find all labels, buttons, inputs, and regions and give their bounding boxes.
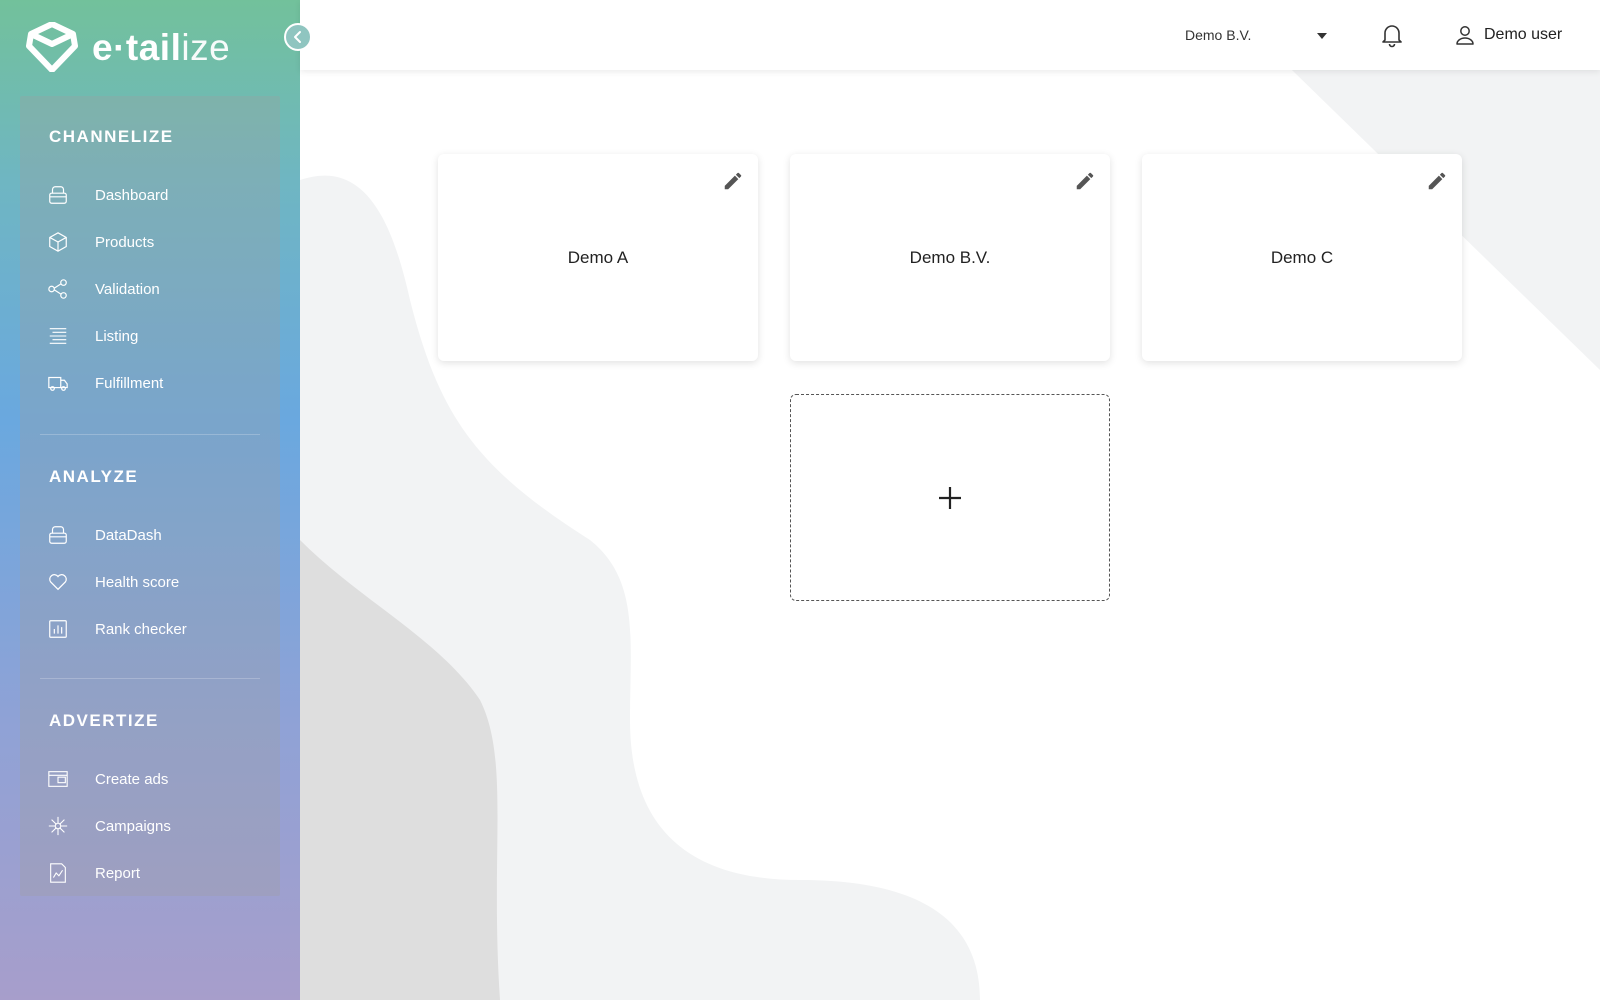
notifications-button[interactable]: [1379, 22, 1405, 48]
brand-logo[interactable]: e·tailize: [26, 22, 230, 72]
bell-icon: [1382, 25, 1402, 48]
main-content: Demo A Demo B.V. Demo C: [300, 0, 1600, 1000]
sidebar-nav: CHANNELIZE Dashboard Products Validation…: [20, 96, 280, 896]
sidebar-item-label: Validation: [95, 280, 160, 298]
sidebar-item-datadash[interactable]: DataDash: [20, 515, 280, 555]
sidebar-item-label: DataDash: [95, 526, 162, 544]
sidebar-item-label: Dashboard: [95, 186, 169, 204]
plus-icon: [939, 486, 961, 509]
sidebar-item-listing[interactable]: Listing: [20, 316, 280, 356]
nav-divider: [40, 678, 260, 679]
share-nodes-icon: [46, 277, 70, 301]
section-title-advertize: ADVERTIZE: [49, 711, 159, 730]
collapse-sidebar-button[interactable]: [284, 23, 312, 51]
sidebar-item-dashboard[interactable]: Dashboard: [20, 175, 280, 215]
sidebar-item-report[interactable]: Report: [20, 853, 280, 893]
pencil-icon: [724, 172, 742, 190]
company-select-value: Demo B.V.: [1185, 27, 1252, 43]
section-title-channelize: CHANNELIZE: [49, 127, 174, 146]
user-menu[interactable]: Demo user: [1454, 22, 1562, 48]
caret-down-icon: [1317, 33, 1327, 39]
sidebar-item-label: Campaigns: [95, 817, 171, 835]
nav-divider: [40, 434, 260, 435]
sidebar-item-fulfillment[interactable]: Fulfillment: [20, 363, 280, 403]
edit-company-button[interactable]: [722, 170, 744, 192]
sidebar-item-validation[interactable]: Validation: [20, 269, 280, 309]
sidebar-item-label: Report: [95, 864, 141, 882]
edit-company-button[interactable]: [1426, 170, 1448, 192]
box-icon: [46, 230, 70, 254]
etailize-logo-icon: [26, 22, 78, 72]
sidebar-item-label: Products: [95, 233, 155, 251]
sidebar-item-label: Rank checker: [95, 620, 187, 638]
network-icon: [46, 814, 70, 838]
bar-chart-icon: [46, 617, 70, 641]
section-title-analyze: ANALYZE: [49, 467, 139, 486]
sidebar-item-health-score[interactable]: Health score: [20, 562, 280, 602]
sidebar-item-label: Listing: [95, 327, 139, 345]
pencil-icon: [1076, 172, 1094, 190]
sidebar-item-label: Create ads: [95, 770, 169, 788]
sidebar-item-products[interactable]: Products: [20, 222, 280, 262]
dashboard-icon: [46, 523, 70, 547]
company-name: Demo B.V.: [909, 247, 991, 267]
add-company-button[interactable]: [790, 394, 1110, 601]
company-select[interactable]: Demo B.V.: [1185, 26, 1345, 46]
top-bar: Demo B.V. Demo user: [300, 0, 1600, 70]
truck-icon: [46, 371, 70, 395]
dashboard-icon: [46, 183, 70, 207]
sidebar-item-label: Health score: [95, 573, 180, 591]
list-icon: [46, 324, 70, 348]
user-name: Demo user: [1484, 26, 1563, 43]
sidebar: e·tailize CHANNELIZE Dashboard Products …: [0, 0, 300, 1000]
pencil-icon: [1428, 172, 1446, 190]
company-card[interactable]: Demo C: [1142, 154, 1462, 361]
brand-name: e·tailize: [92, 26, 231, 68]
heart-icon: [46, 570, 70, 594]
company-card[interactable]: Demo A: [438, 154, 758, 361]
company-name: Demo A: [567, 247, 629, 267]
sidebar-item-rank-checker[interactable]: Rank checker: [20, 609, 280, 649]
sidebar-item-create-ads[interactable]: Create ads: [20, 759, 280, 799]
company-name: Demo C: [1270, 247, 1334, 267]
user-icon: [1456, 26, 1474, 45]
sidebar-item-label: Fulfillment: [95, 374, 164, 392]
report-icon: [46, 861, 70, 885]
sidebar-item-campaigns[interactable]: Campaigns: [20, 806, 280, 846]
edit-company-button[interactable]: [1074, 170, 1096, 192]
chevron-left-icon: [294, 31, 301, 43]
company-card[interactable]: Demo B.V.: [790, 154, 1110, 361]
ads-icon: [46, 767, 70, 791]
